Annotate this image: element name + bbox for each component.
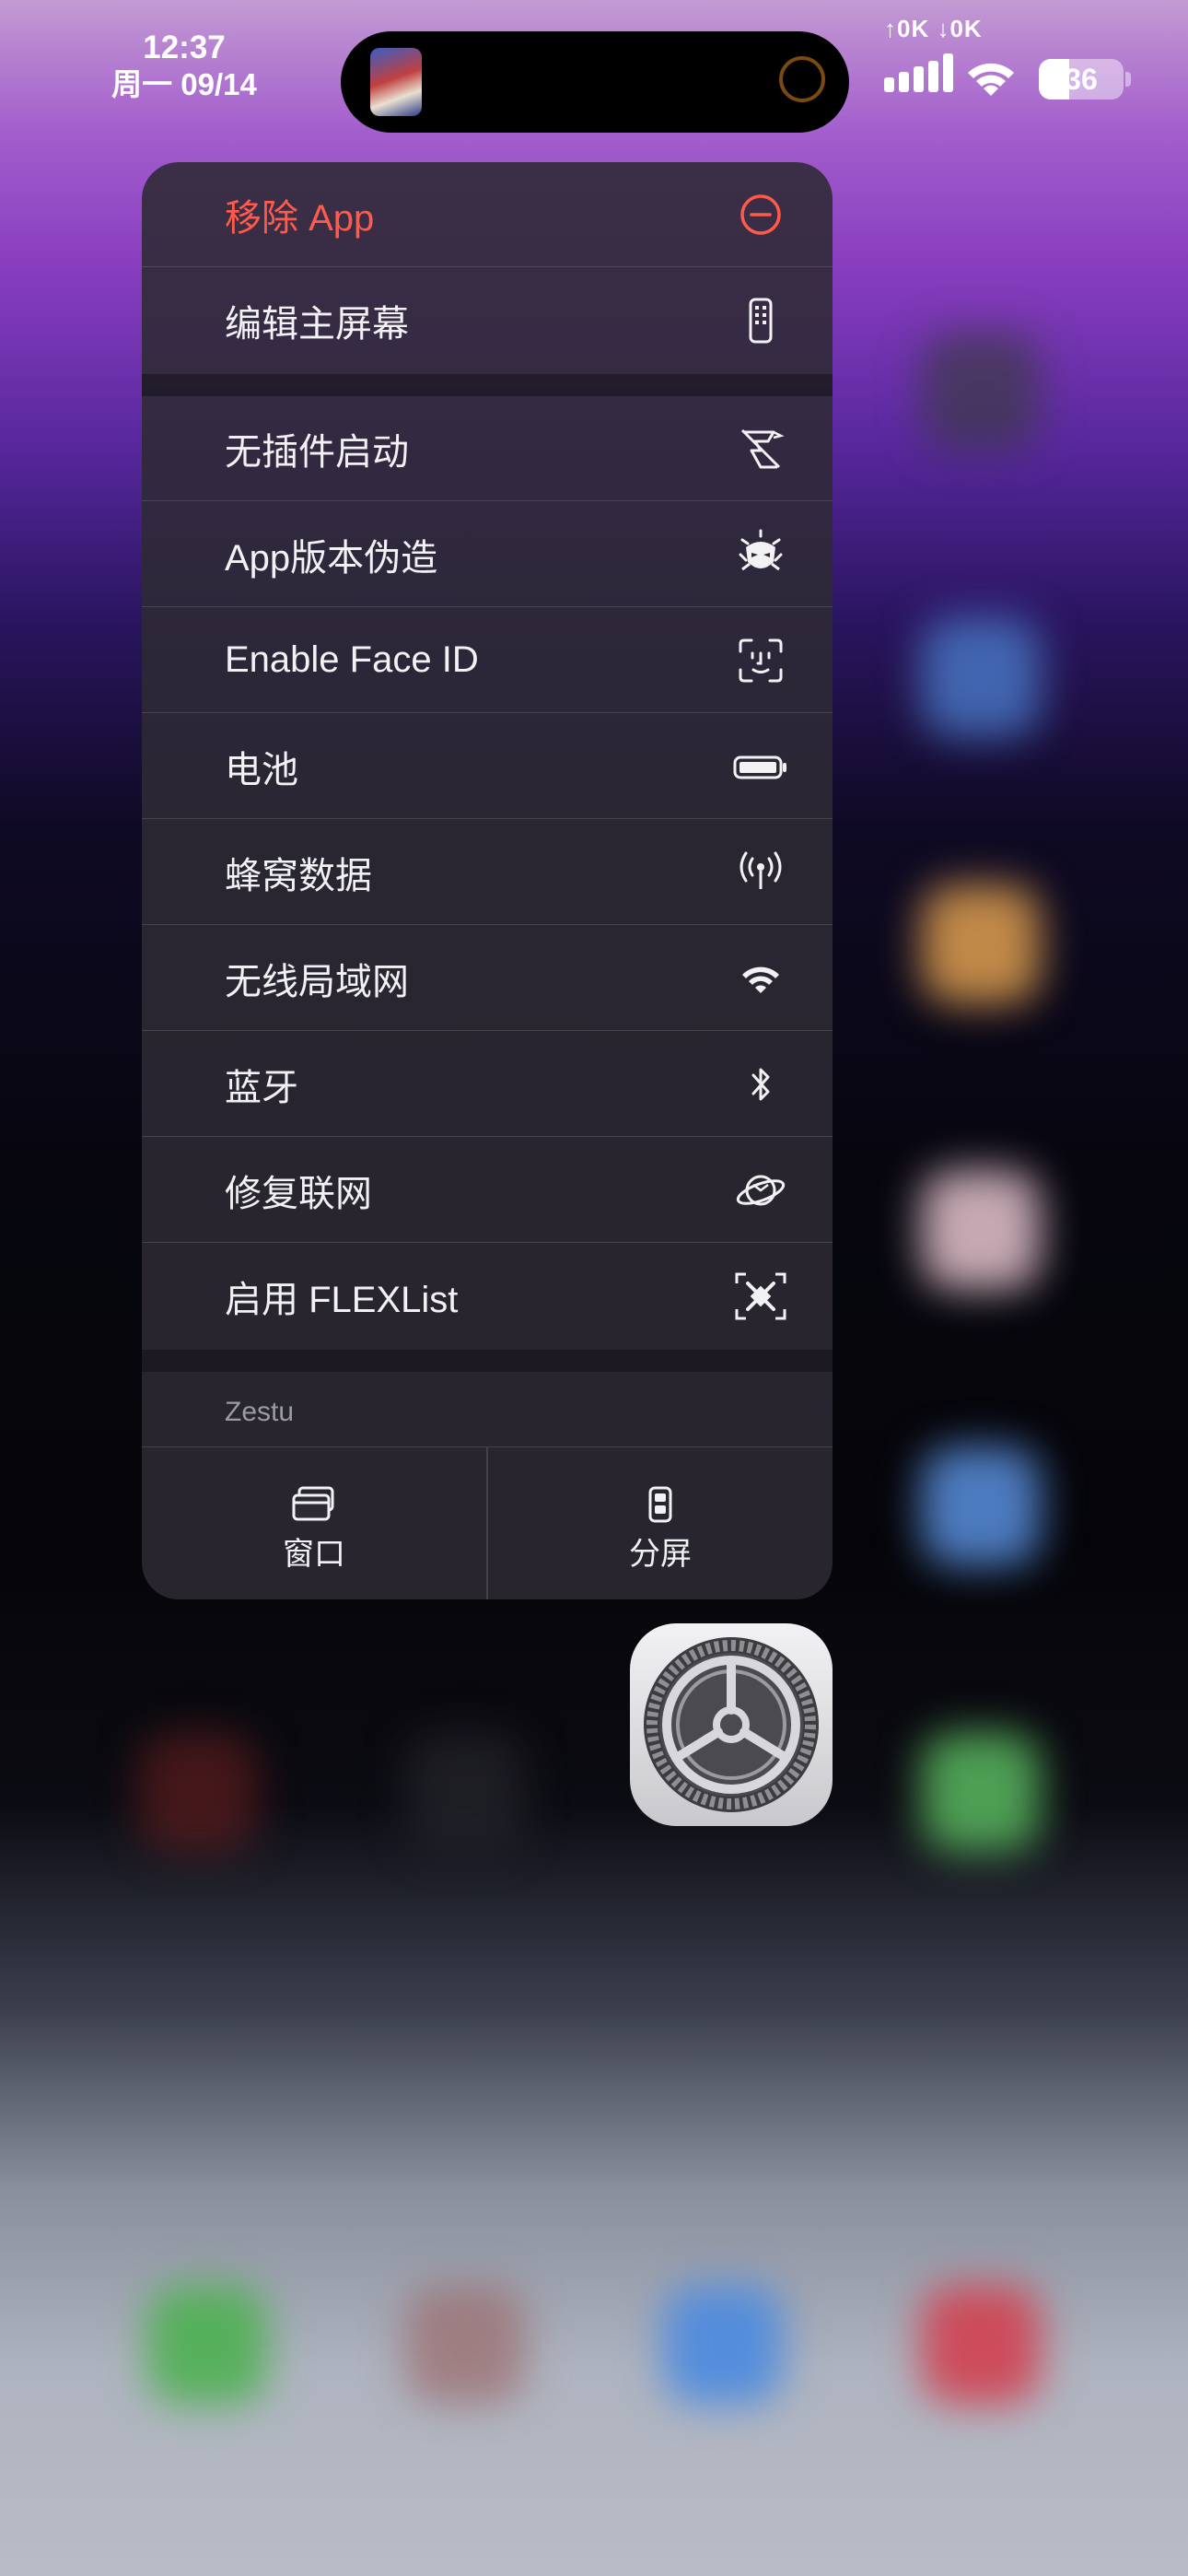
menu-footer: 窗口 分屏 [142,1446,833,1599]
split-screen-button[interactable]: 分屏 [488,1447,833,1599]
menu-item-label: 电池 [225,749,298,790]
battery-icon [733,739,788,794]
battery-status: 36 [1039,59,1124,100]
settings-app-icon[interactable] [630,1623,833,1826]
network-repair-icon [733,1163,788,1218]
wifi-icon [733,951,788,1006]
bluetooth-icon [733,1057,788,1112]
menu-separator [142,374,833,396]
battery-cap [1125,72,1131,87]
split-screen-button-label: 分屏 [629,1537,692,1572]
section-label: Zestu [225,1397,295,1427]
menu-item-no-plugin-launch[interactable]: 无插件启动 [142,396,833,501]
menu-item-label: 蓝牙 [225,1067,298,1108]
split-screen-icon [488,1486,833,1523]
menu-item-remove-app[interactable]: 移除 App [142,162,833,267]
menu-item-enable-face-id[interactable]: Enable Face ID [142,608,833,713]
status-time: 12:37 [143,29,226,65]
menu-item-edit-home-screen[interactable]: 编辑主屏幕 [142,268,833,373]
wifi-status-icon [963,57,1019,104]
cellular-signal-icon [884,53,958,92]
window-button-label: 窗口 [283,1537,345,1572]
status-clock: 12:37 周一 09/14 [92,31,276,100]
now-playing-artwork [370,48,422,116]
menu-item-label: 无插件启动 [225,431,409,473]
window-button[interactable]: 窗口 [142,1447,486,1599]
menu-item-label: 无线局域网 [225,961,409,1002]
menu-item-wifi[interactable]: 无线局域网 [142,926,833,1031]
menu-item-app-version-spoof[interactable]: App版本伪造 [142,502,833,607]
menu-item-label: 编辑主屏幕 [225,304,409,345]
face-id-icon [733,633,788,688]
menu-item-battery[interactable]: 电池 [142,714,833,819]
menu-separator [142,1350,833,1372]
battery-level: 36 [1065,63,1098,96]
menu-item-label: 启用 FLEXList [225,1280,459,1320]
phone-icon [733,293,788,348]
antenna-icon [733,845,788,900]
activity-ring-icon [779,56,825,102]
menu-item-label: 移除 App [225,197,375,239]
app-context-menu: 移除 App 编辑主屏幕 无插件启动 App版本伪造 Enable Face I… [142,162,833,1599]
menu-item-label: Enable Face ID [225,639,479,680]
window-icon [142,1486,486,1523]
dynamic-island[interactable] [341,31,849,133]
settings-gear-icon [644,1637,819,1812]
menu-item-repair-network[interactable]: 修复联网 [142,1138,833,1243]
status-date: 周一 09/14 [111,67,257,101]
menu-item-cellular-data[interactable]: 蜂窝数据 [142,820,833,925]
mask-icon [733,527,788,582]
plug-off-icon [733,421,788,476]
menu-item-label: 修复联网 [225,1173,372,1214]
menu-item-enable-flexlist[interactable]: 启用 FLEXList [142,1244,833,1349]
network-speed: ↑0K ↓0K [884,15,983,42]
menu-item-label: 蜂窝数据 [225,855,372,896]
menu-item-bluetooth[interactable]: 蓝牙 [142,1032,833,1137]
minus-circle-icon [733,187,788,242]
flex-target-icon [733,1269,788,1324]
menu-item-label: App版本伪造 [225,537,438,579]
